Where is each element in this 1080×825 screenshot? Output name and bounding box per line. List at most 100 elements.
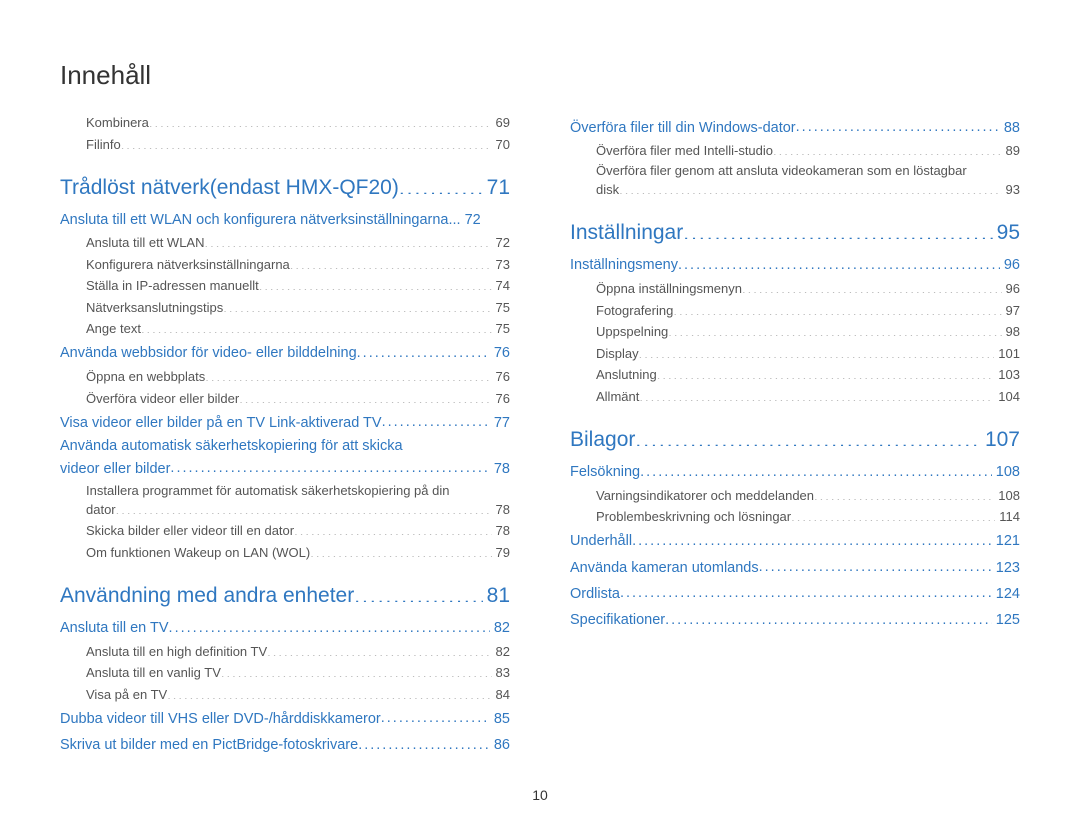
- toc-entry[interactable]: Inställningar 95: [570, 217, 1020, 249]
- toc-entry[interactable]: Ställa in IP-adressen manuellt 74: [86, 276, 510, 296]
- toc-entry[interactable]: Anslutning 103: [596, 365, 1020, 385]
- toc-label: Ordlista: [570, 584, 620, 606]
- toc-entry[interactable]: Varningsindikatorer och meddelanden 108: [596, 486, 1020, 506]
- toc-entry[interactable]: Använda kameran utomlands 123: [570, 557, 1020, 579]
- toc-page: 86: [490, 735, 510, 757]
- toc-label: Ansluta till en vanlig TV: [86, 663, 221, 683]
- toc-leader: [358, 735, 490, 750]
- toc-entry[interactable]: Skriva ut bilder med en PictBridge-fotos…: [60, 735, 510, 757]
- toc-leader: [149, 114, 492, 127]
- toc-leader: [141, 320, 492, 333]
- toc-entry[interactable]: Visa på en TV 84: [86, 685, 510, 705]
- toc-entry[interactable]: Display 101: [596, 344, 1020, 364]
- toc-entry[interactable]: Öppna en webbplats 76: [86, 367, 510, 387]
- toc-leader: [639, 388, 994, 401]
- toc-entry[interactable]: Ordlista 124: [570, 583, 1020, 605]
- toc-entry[interactable]: Konfigurera nätverksinställningarna 73: [86, 255, 510, 275]
- toc-leader: [259, 277, 492, 290]
- toc-entry[interactable]: Inställningsmeny 96: [570, 255, 1020, 277]
- toc-entry[interactable]: Ansluta till ett WLAN 72: [86, 233, 510, 253]
- toc-leader: [640, 462, 992, 477]
- toc-label: Skriva ut bilder med en PictBridge-fotos…: [60, 735, 358, 757]
- toc-page: 123: [992, 558, 1020, 580]
- toc-entry[interactable]: Specifikationer 125: [570, 610, 1020, 632]
- toc-page: 81: [483, 580, 510, 612]
- toc-entry[interactable]: Skicka bilder eller videor till en dator…: [86, 521, 510, 541]
- toc-entry[interactable]: videor eller bilder 78: [60, 458, 510, 480]
- toc-entry[interactable]: Felsökning 108: [570, 462, 1020, 484]
- toc-entry[interactable]: Ansluta till en high definition TV 82: [86, 642, 510, 662]
- toc-entry[interactable]: Ansluta till en vanlig TV 83: [86, 663, 510, 683]
- toc-entry[interactable]: Visa videor eller bilder på en TV Link-a…: [60, 412, 510, 434]
- toc-entry-first-line: Överföra filer genom att ansluta videoka…: [596, 163, 1020, 178]
- toc-leader: [673, 302, 1001, 315]
- toc-label: Problembeskrivning och lösningar: [596, 507, 791, 527]
- toc-entry[interactable]: Överföra videor eller bilder 76: [86, 389, 510, 409]
- toc-label: Ställa in IP-adressen manuellt: [86, 276, 259, 296]
- toc-entry[interactable]: Ange text 75: [86, 319, 510, 339]
- toc-label: Överföra filer till din Windows-dator: [570, 118, 796, 140]
- toc-entry[interactable]: Överföra filer till din Windows-dator 88: [570, 117, 1020, 139]
- toc-entry[interactable]: Ansluta till en TV 82: [60, 618, 510, 640]
- toc-entry[interactable]: Trådlöst nätverk(endast HMX-QF20) 71: [60, 172, 510, 204]
- toc-entry[interactable]: Användning med andra enheter 81: [60, 580, 510, 612]
- toc-entry[interactable]: dator 78: [86, 500, 510, 520]
- toc-label: Kombinera: [86, 113, 149, 133]
- toc-page: 72: [492, 233, 510, 253]
- toc-leader: [354, 581, 482, 602]
- toc-entry[interactable]: Fotografering 97: [596, 301, 1020, 321]
- toc-entry[interactable]: Allmänt 104: [596, 387, 1020, 407]
- toc-entry[interactable]: Öppna inställningsmenyn 96: [596, 279, 1020, 299]
- toc-leader: [223, 299, 491, 312]
- toc-leader: [169, 618, 490, 633]
- toc-label: Överföra filer med Intelli-studio: [596, 141, 773, 161]
- toc-page: 108: [994, 486, 1020, 506]
- toc-entry[interactable]: Om funktionen Wakeup on LAN (WOL) 79: [86, 543, 510, 563]
- toc-label: Visa videor eller bilder på en TV Link-a…: [60, 413, 382, 435]
- toc-leader: [742, 280, 1002, 293]
- toc-leader: [310, 544, 491, 557]
- toc-leader: [294, 522, 491, 535]
- toc-page: 124: [992, 584, 1020, 606]
- toc-column-left: Kombinera 69Filinfo 70 Trådlöst nätverk(e…: [60, 113, 510, 759]
- toc-page: 75: [492, 298, 510, 318]
- toc-entry[interactable]: Kombinera 69: [86, 113, 510, 133]
- toc-page: 108: [992, 462, 1020, 484]
- toc-leader: [167, 686, 491, 699]
- toc-label: Fotografering: [596, 301, 673, 321]
- toc-entry[interactable]: Dubba videor till VHS eller DVD-/hårddis…: [60, 708, 510, 730]
- toc-page: 77: [490, 413, 510, 435]
- toc-page: 78: [492, 521, 510, 541]
- toc-entry[interactable]: Ansluta till ett WLAN och konfigurera nä…: [60, 210, 510, 232]
- toc-entry-first-line: Installera programmet för automatisk säk…: [86, 483, 510, 498]
- toc-label: Öppna inställningsmenyn: [596, 279, 742, 299]
- toc-label: Ansluta till ett WLAN: [86, 233, 205, 253]
- toc-page: 97: [1002, 301, 1020, 321]
- toc-page: 75: [492, 319, 510, 339]
- toc-label: Om funktionen Wakeup on LAN (WOL): [86, 543, 310, 563]
- toc-page: 103: [994, 365, 1020, 385]
- toc-page: 96: [1002, 279, 1020, 299]
- toc-leader: [399, 173, 483, 194]
- toc-page: 88: [1000, 118, 1020, 140]
- page-number: 10: [0, 787, 1080, 803]
- toc-label: Display: [596, 344, 639, 364]
- toc-entry[interactable]: Uppspelning 98: [596, 322, 1020, 342]
- toc-entry[interactable]: Överföra filer med Intelli-studio 89: [596, 141, 1020, 161]
- toc-entry[interactable]: Filinfo 70: [86, 135, 510, 155]
- page-title: Innehåll: [60, 60, 1020, 91]
- toc-label: Allmänt: [596, 387, 639, 407]
- toc-leader: [759, 557, 992, 572]
- toc-leader: [668, 323, 1001, 336]
- toc-page: 78: [490, 459, 510, 481]
- toc-entry[interactable]: Nätverksanslutningstips 75: [86, 298, 510, 318]
- toc-entry[interactable]: Underhåll 121: [570, 531, 1020, 553]
- toc-page: 73: [492, 255, 510, 275]
- toc-label: Inställningsmeny: [570, 255, 678, 277]
- toc-entry[interactable]: Bilagor 107: [570, 424, 1020, 456]
- toc-entry[interactable]: Problembeskrivning och lösningar 114: [596, 507, 1020, 527]
- toc-leader: [639, 345, 995, 358]
- toc-page: 72: [461, 210, 481, 232]
- toc-entry[interactable]: disk 93: [596, 180, 1020, 200]
- toc-entry[interactable]: Använda webbsidor för video- eller bildd…: [60, 343, 510, 365]
